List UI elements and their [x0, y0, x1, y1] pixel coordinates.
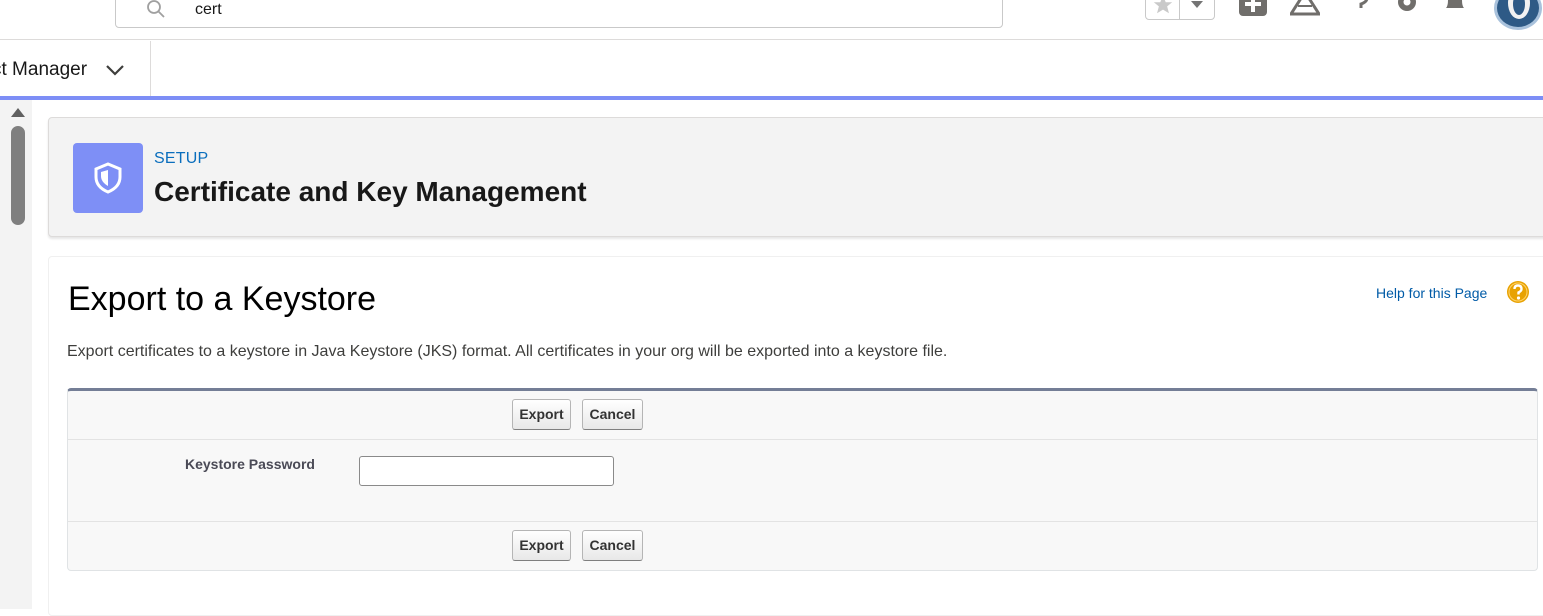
page-title: Certificate and Key Management: [154, 176, 587, 207]
bell-icon: [1446, 0, 1464, 8]
favorites-star-button[interactable]: [1146, 0, 1180, 19]
chevron-down-icon: [1191, 1, 1203, 8]
global-header: cert: [0, 0, 1543, 40]
export-form: [67, 388, 1538, 571]
search-input-value[interactable]: cert: [195, 1, 222, 19]
page-header-eyebrow: SETUP: [154, 150, 209, 167]
app-navigation-bar: ct Manager: [0, 41, 1543, 96]
global-actions-button[interactable]: [1238, 0, 1268, 18]
app-name-label: ct Manager: [0, 59, 88, 80]
global-search-box[interactable]: cert: [115, 0, 1003, 28]
add-icon: [1239, 0, 1267, 16]
cancel-button-bottom[interactable]: Cancel: [582, 530, 643, 561]
help-icon: [1359, 0, 1369, 8]
user-avatar[interactable]: [1494, 0, 1542, 30]
search-icon: [147, 0, 165, 18]
form-divider: [68, 439, 1537, 440]
form-divider: [68, 521, 1537, 522]
section-description: Export certificates to a keystore in Jav…: [67, 343, 948, 360]
help-question-icon[interactable]: [1506, 280, 1530, 304]
trailhead-button[interactable]: [1290, 0, 1320, 18]
favorites-dropdown-button[interactable]: [1180, 0, 1214, 19]
star-icon: [1153, 0, 1172, 14]
scrollbar-thumb[interactable]: [11, 126, 25, 225]
keystore-password-label: Keystore Password: [185, 456, 315, 472]
scroll-up-arrow-icon[interactable]: [10, 106, 26, 118]
export-button-bottom[interactable]: Export: [512, 530, 571, 561]
help-for-this-page-link[interactable]: Help for this Page: [1376, 285, 1487, 301]
avatar-icon: [1508, 0, 1530, 19]
shield-icon: [94, 162, 122, 194]
setup-gear-button[interactable]: [1392, 0, 1422, 18]
page-header-icon: [73, 143, 143, 213]
gear-icon: [1398, 0, 1416, 11]
setup-page-header: SETUP Certificate and Key Management: [48, 117, 1543, 237]
cancel-button-top[interactable]: Cancel: [582, 399, 643, 430]
help-button[interactable]: [1345, 0, 1375, 18]
favorites-group: [1145, 0, 1215, 20]
section-title: Export to a Keystore: [68, 280, 377, 318]
keystore-password-input[interactable]: [359, 456, 614, 486]
export-button-top[interactable]: Export: [512, 399, 571, 430]
trailhead-icon: [1290, 0, 1320, 16]
app-launcher-name[interactable]: ct Manager: [0, 41, 151, 96]
chevron-down-icon[interactable]: [104, 61, 126, 79]
notifications-button[interactable]: [1440, 0, 1470, 18]
